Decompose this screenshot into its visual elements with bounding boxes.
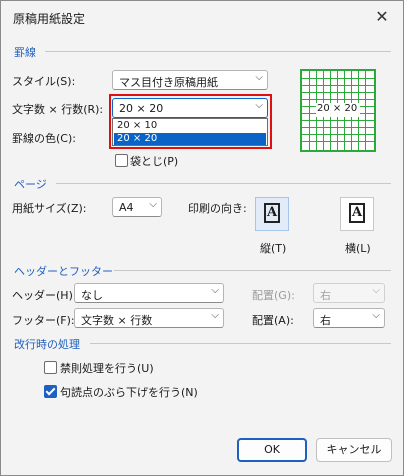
chevron-down-icon: ⌵	[255, 72, 263, 83]
close-icon[interactable]: ✕	[369, 5, 395, 29]
header-value: なし	[81, 289, 103, 302]
chevron-down-icon: ⌵	[211, 285, 219, 296]
section-divider	[114, 270, 391, 271]
chevron-down-icon: ⌵	[372, 285, 380, 296]
section-ruled-title: 罫線	[14, 46, 36, 59]
portrait-button[interactable]: A	[255, 197, 289, 231]
ok-button[interactable]: OK	[237, 438, 307, 462]
style-label: スタイル(S):	[12, 75, 76, 88]
portrait-icon: A	[264, 203, 280, 223]
burasage-checkbox[interactable]	[44, 385, 57, 398]
title-bar: 原稿用紙設定 ✕	[1, 1, 403, 33]
header-label: ヘッダー(H):	[12, 289, 77, 302]
style-value: マス目付き原稿用紙	[119, 76, 218, 89]
cancel-button[interactable]: キャンセル	[316, 438, 392, 462]
section-linebreak-title: 改行時の処理	[14, 338, 80, 351]
paper-size-value: A4	[119, 201, 134, 214]
kinsoku-label: 禁則処理を行う(U)	[60, 362, 154, 375]
chevron-down-icon: ⌵	[149, 199, 157, 210]
chevron-down-icon: ⌵	[372, 310, 380, 321]
fold-label: 袋とじ(P)	[130, 155, 179, 168]
line-color-label: 罫線の色(C):	[12, 132, 76, 145]
header-select[interactable]: なし ⌵	[74, 283, 224, 303]
kinsoku-checkbox[interactable]	[44, 361, 57, 374]
paper-size-label: 用紙サイズ(Z):	[12, 202, 87, 215]
section-divider	[90, 343, 391, 344]
landscape-button[interactable]: A	[340, 197, 374, 231]
section-divider	[56, 183, 391, 184]
grid-preview: 20 × 20	[300, 69, 376, 152]
orientation-label: 印刷の向き:	[188, 202, 247, 215]
section-page-title: ページ	[14, 178, 47, 191]
footer-align-value: 右	[320, 314, 331, 327]
footer-select[interactable]: 文字数 × 行数 ⌵	[74, 308, 224, 328]
paper-size-select[interactable]: A4 ⌵	[112, 197, 162, 217]
preview-label: 20 × 20	[317, 103, 358, 114]
header-align-value: 右	[320, 289, 331, 302]
section-header-footer-title: ヘッダーとフッター	[14, 265, 113, 278]
highlight-frame	[109, 94, 272, 149]
style-select[interactable]: マス目付き原稿用紙 ⌵	[112, 70, 268, 90]
footer-align-select[interactable]: 右 ⌵	[313, 308, 385, 328]
header-align-label: 配置(G):	[252, 289, 295, 302]
landscape-icon: A	[349, 203, 365, 223]
landscape-label: 横(L)	[345, 242, 371, 255]
header-align-select: 右 ⌵	[313, 283, 385, 303]
footer-label: フッター(F):	[12, 314, 75, 327]
dialog-title: 原稿用紙設定	[13, 12, 86, 26]
footer-align-label: 配置(A):	[252, 314, 294, 327]
burasage-label: 句読点のぶら下げを行う(N)	[60, 386, 198, 399]
footer-value: 文字数 × 行数	[81, 314, 153, 327]
page-setup-dialog: 原稿用紙設定 ✕ 罫線 スタイル(S): マス目付き原稿用紙 ⌵ 文字数 × 行…	[0, 0, 404, 476]
grid-label: 文字数 × 行数(R):	[12, 103, 104, 116]
portrait-label: 縦(T)	[260, 242, 287, 255]
chevron-down-icon: ⌵	[211, 310, 219, 321]
section-divider	[45, 51, 391, 52]
fold-checkbox[interactable]	[115, 154, 128, 167]
